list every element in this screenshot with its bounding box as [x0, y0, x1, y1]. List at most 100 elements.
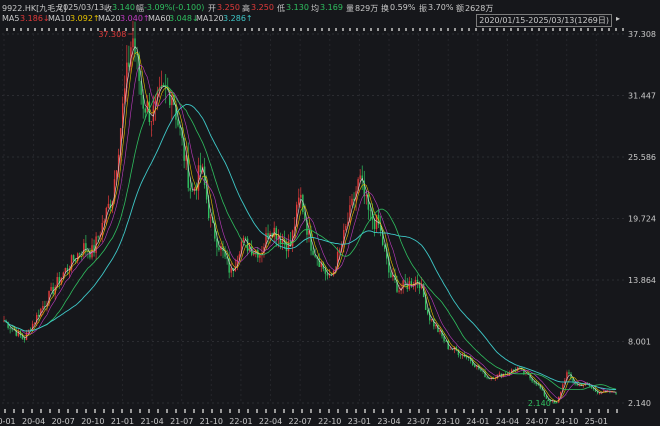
event-marker	[76, 28, 78, 31]
event-marker	[286, 28, 288, 31]
candle-body	[418, 281, 421, 289]
event-marker	[544, 409, 546, 413]
event-marker	[508, 409, 510, 413]
event-marker	[535, 409, 537, 413]
event-marker	[426, 28, 428, 31]
event-marker	[307, 28, 309, 31]
event-marker	[20, 28, 22, 31]
candle-body	[150, 121, 153, 123]
event-marker	[301, 409, 303, 413]
event-marker	[211, 409, 213, 413]
candle-body	[287, 241, 290, 252]
candle-body	[103, 220, 106, 223]
candle-body	[144, 108, 146, 113]
event-marker	[265, 28, 267, 31]
candle-body	[555, 401, 558, 403]
price-chart[interactable]: 37.308 31.447 25.586 19.724 13.864 8.001 2.140…	[0, 0, 660, 426]
event-marker	[400, 409, 402, 413]
event-marker	[608, 28, 610, 31]
candle-body	[312, 250, 314, 255]
event-marker	[167, 28, 169, 31]
event-marker	[251, 28, 253, 31]
event-marker	[490, 409, 492, 413]
y-tick-label: 19.724	[628, 215, 656, 224]
event-marker	[481, 409, 483, 413]
candle-body	[369, 209, 372, 211]
event-marker	[472, 409, 474, 413]
event-marker	[461, 28, 463, 31]
event-marker	[349, 28, 351, 31]
x-tick-label: 24-01	[466, 417, 489, 426]
y-tick-label: 2.140	[628, 399, 651, 408]
event-marker	[90, 28, 92, 31]
event-marker	[130, 409, 132, 413]
event-marker	[463, 409, 465, 413]
event-marker	[337, 409, 339, 413]
candle-body	[365, 194, 368, 197]
event-marker	[373, 409, 375, 413]
event-marker	[468, 28, 470, 31]
event-marker	[526, 409, 528, 413]
event-marker	[237, 28, 239, 31]
event-marker	[384, 28, 386, 31]
x-tick-label: 24-04	[496, 417, 519, 426]
event-marker	[193, 409, 195, 413]
event-marker	[355, 409, 357, 413]
event-marker	[496, 28, 498, 31]
event-marker	[598, 409, 600, 413]
event-marker	[382, 409, 384, 413]
event-marker	[31, 409, 33, 413]
event-marker	[342, 28, 344, 31]
candle-body	[33, 322, 36, 324]
event-marker	[188, 28, 190, 31]
event-marker	[85, 409, 87, 413]
candle-body	[576, 384, 578, 386]
y-tick-label: 8.001	[628, 338, 651, 347]
event-marker	[49, 409, 51, 413]
ma10-line	[3, 51, 617, 402]
event-marker	[346, 409, 348, 413]
candle-body	[191, 190, 194, 192]
event-marker	[4, 409, 6, 413]
event-marker	[223, 28, 225, 31]
event-marker	[524, 28, 526, 31]
candle-body	[598, 393, 601, 394]
event-marker	[244, 28, 246, 31]
event-marker	[121, 409, 123, 413]
event-marker	[69, 28, 71, 31]
event-marker	[440, 28, 442, 31]
y-tick-label: 31.447	[628, 91, 656, 100]
x-tick-label: 25-01	[585, 417, 608, 426]
event-marker	[293, 28, 295, 31]
candle-body	[351, 198, 353, 206]
event-marker	[607, 409, 609, 413]
event-marker	[573, 28, 575, 31]
event-marker	[398, 28, 400, 31]
event-marker	[321, 28, 323, 31]
event-marker	[153, 28, 155, 31]
event-marker	[175, 409, 177, 413]
event-marker	[503, 28, 505, 31]
event-marker	[510, 28, 512, 31]
event-marker	[230, 28, 232, 31]
candle-body	[615, 392, 617, 394]
x-tick-label: 21-07	[170, 417, 193, 426]
event-marker	[553, 409, 555, 413]
event-marker	[184, 409, 186, 413]
event-marker	[272, 28, 274, 31]
event-marker	[475, 28, 477, 31]
candle-body	[359, 175, 361, 180]
event-marker	[112, 409, 114, 413]
event-marker	[391, 409, 393, 413]
event-marker	[34, 28, 36, 31]
event-marker	[622, 28, 624, 31]
candle-body	[459, 354, 462, 356]
event-marker	[409, 409, 411, 413]
candle-body	[42, 305, 44, 309]
event-marker	[433, 28, 435, 31]
event-marker	[83, 28, 85, 31]
event-marker	[229, 409, 231, 413]
candle-body	[79, 253, 81, 255]
x-tick-label: 22-04	[259, 417, 282, 426]
event-marker	[314, 28, 316, 31]
